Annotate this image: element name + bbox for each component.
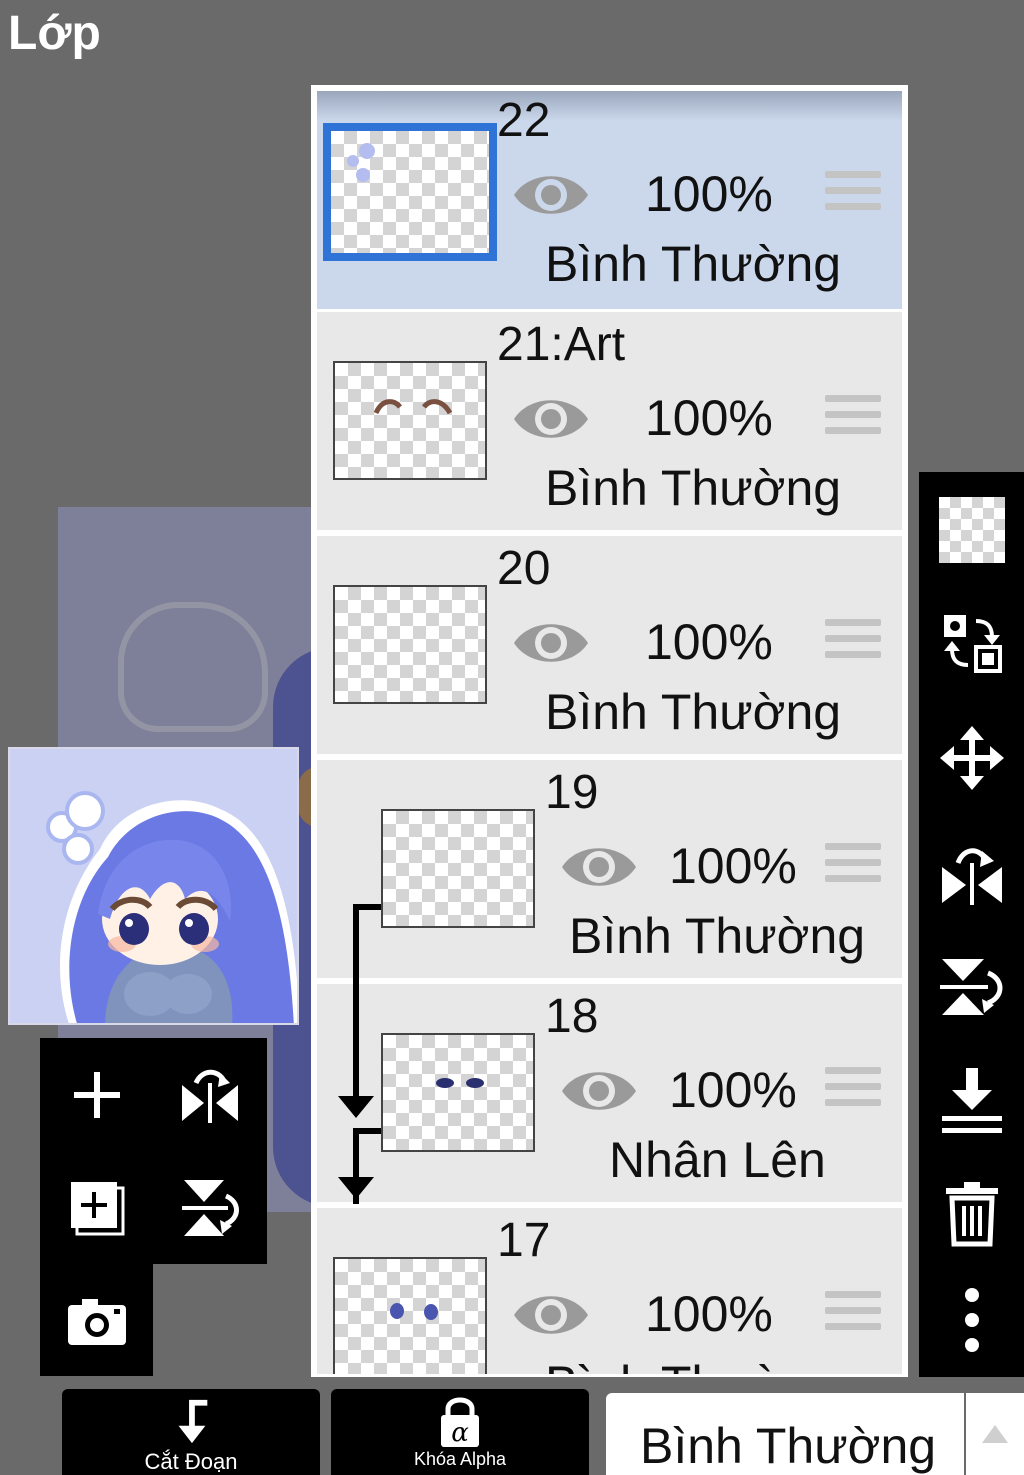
flip-layer-vertical-button[interactable]	[153, 1151, 266, 1264]
layer-tools-sidebar	[919, 472, 1024, 1377]
blend-mode-dropdown-button[interactable]	[966, 1393, 1024, 1475]
alpha-lock-button[interactable]: α Khóa Alpha	[331, 1389, 589, 1475]
flip-layer-horizontal-button[interactable]	[153, 1038, 266, 1151]
visibility-eye-icon[interactable]	[512, 1288, 590, 1342]
layer-name: 21:Art	[497, 318, 626, 371]
layer-blend-mode: Bình Thường	[545, 236, 842, 292]
layer-opacity[interactable]: 100%	[645, 165, 773, 223]
blend-mode-select[interactable]: Bình Thường	[606, 1393, 964, 1475]
layer-opacity[interactable]: 100%	[645, 613, 773, 671]
delete-layer-button[interactable]	[919, 1156, 1024, 1271]
layer-thumbnail[interactable]	[381, 809, 535, 928]
layer-thumbnail[interactable]	[323, 123, 497, 261]
layer-name: 18	[545, 990, 599, 1043]
clip-arrow-icon	[338, 1096, 374, 1118]
layer-thumbnail[interactable]	[381, 1033, 535, 1152]
layer-row-19[interactable]: 19 100% Bình Thường	[317, 760, 902, 1125]
layer-row-17[interactable]: 17 100% Bình Thường	[317, 1208, 902, 1374]
flip-vertical-button[interactable]	[919, 929, 1024, 1044]
layer-opacity[interactable]: 100%	[645, 1285, 773, 1343]
layer-blend-mode: Bình Thường	[569, 908, 866, 964]
swap-layers-button[interactable]	[919, 585, 1024, 700]
clipping-button[interactable]: Cắt Đoạn	[62, 1389, 320, 1475]
clipping-indicator	[353, 1128, 383, 1134]
clipping-indicator	[353, 904, 383, 910]
swap-layers-icon	[943, 614, 1002, 673]
layer-row-18[interactable]: 18 100% Nhân Lên	[317, 984, 902, 1205]
layer-blend-mode: Bình Thường	[545, 1355, 841, 1374]
flip-vertical-icon	[181, 1179, 239, 1236]
layer-thumbnail[interactable]	[333, 361, 487, 480]
drag-handle-icon[interactable]	[825, 171, 881, 217]
drag-handle-icon[interactable]	[825, 1291, 881, 1337]
more-vertical-icon	[964, 1287, 979, 1352]
screen-title: Lớp	[8, 7, 101, 60]
layer-thumbnail[interactable]	[333, 1257, 487, 1374]
alpha-lock-label: Khóa Alpha	[413, 1449, 507, 1469]
layer-name: 19	[545, 766, 599, 819]
layer-opacity[interactable]: 100%	[669, 1061, 797, 1119]
thumbnail-content	[436, 1078, 484, 1088]
lock-icon: α	[441, 1397, 479, 1448]
move-icon	[939, 725, 1004, 790]
layer-list[interactable]: 22 100% Bình Thường 21:Art 100% Bình Thư…	[317, 91, 902, 1374]
add-layer-icon	[73, 1071, 120, 1118]
triangle-up-icon	[982, 1425, 1008, 1443]
visibility-eye-icon[interactable]	[512, 616, 590, 670]
thumbnail-content	[347, 143, 375, 182]
layer-row-21-art[interactable]: 21:Art 100% Bình Thường	[317, 312, 902, 533]
clip-arrow-icon	[338, 1177, 374, 1199]
visibility-eye-icon[interactable]	[560, 840, 638, 894]
layer-blend-mode: Bình Thường	[545, 684, 842, 740]
layer-action-toolbar	[40, 1038, 267, 1264]
move-layer-button[interactable]	[919, 700, 1024, 815]
drag-handle-icon[interactable]	[825, 619, 881, 665]
flip-horizontal-icon	[941, 847, 1002, 905]
layer-panel: 22 100% Bình Thường 21:Art 100% Bình Thư…	[311, 85, 908, 1377]
flip-vertical-icon	[939, 958, 1002, 1015]
visibility-eye-icon[interactable]	[512, 168, 590, 222]
layer-row-20[interactable]: 20 100% Bình Thường	[317, 536, 902, 757]
clipping-label: Cắt Đoạn	[144, 1449, 238, 1474]
visibility-eye-icon[interactable]	[560, 1064, 638, 1118]
flip-horizontal-button[interactable]	[919, 815, 1024, 930]
thumbnail-content	[373, 399, 453, 415]
row-shading	[317, 91, 902, 121]
more-options-button[interactable]	[919, 1262, 1024, 1377]
layer-blend-mode: Nhân Lên	[609, 1132, 826, 1188]
canvas-preview[interactable]	[8, 747, 299, 1025]
layer-name: 22	[497, 94, 551, 147]
layer-blend-mode: Bình Thường	[545, 460, 842, 516]
import-photo-button[interactable]	[40, 1264, 153, 1377]
layer-thumbnail[interactable]	[333, 585, 487, 704]
merge-down-button[interactable]	[919, 1043, 1024, 1158]
preview-artwork	[10, 749, 297, 1023]
layer-name: 20	[497, 542, 551, 595]
transparency-checker-icon	[938, 496, 1005, 563]
duplicate-layer-button[interactable]	[40, 1151, 153, 1264]
layer-opacity[interactable]: 100%	[669, 837, 797, 895]
camera-icon	[67, 1298, 126, 1345]
drag-handle-icon[interactable]	[825, 843, 881, 889]
clipping-indicator	[353, 984, 359, 1110]
add-layer-button[interactable]	[40, 1038, 153, 1151]
layer-row-22[interactable]: 22 100% Bình Thường	[317, 91, 902, 312]
svg-text:α: α	[451, 1418, 469, 1448]
layer-action-toolbar-extension	[40, 1264, 153, 1376]
clip-arrow-icon	[178, 1399, 208, 1444]
layer-opacity[interactable]: 100%	[645, 389, 773, 447]
thumbnail-content	[390, 1303, 438, 1320]
drag-handle-icon[interactable]	[825, 395, 881, 441]
trash-icon	[945, 1181, 998, 1246]
layer-name: 17	[497, 1214, 551, 1267]
merge-down-icon	[941, 1067, 1002, 1133]
duplicate-layer-icon	[70, 1181, 124, 1235]
visibility-eye-icon[interactable]	[512, 392, 590, 446]
canvas-decoration	[118, 602, 268, 732]
drag-handle-icon[interactable]	[825, 1067, 881, 1113]
flip-horizontal-icon	[181, 1069, 238, 1123]
transparency-button[interactable]	[919, 472, 1024, 587]
